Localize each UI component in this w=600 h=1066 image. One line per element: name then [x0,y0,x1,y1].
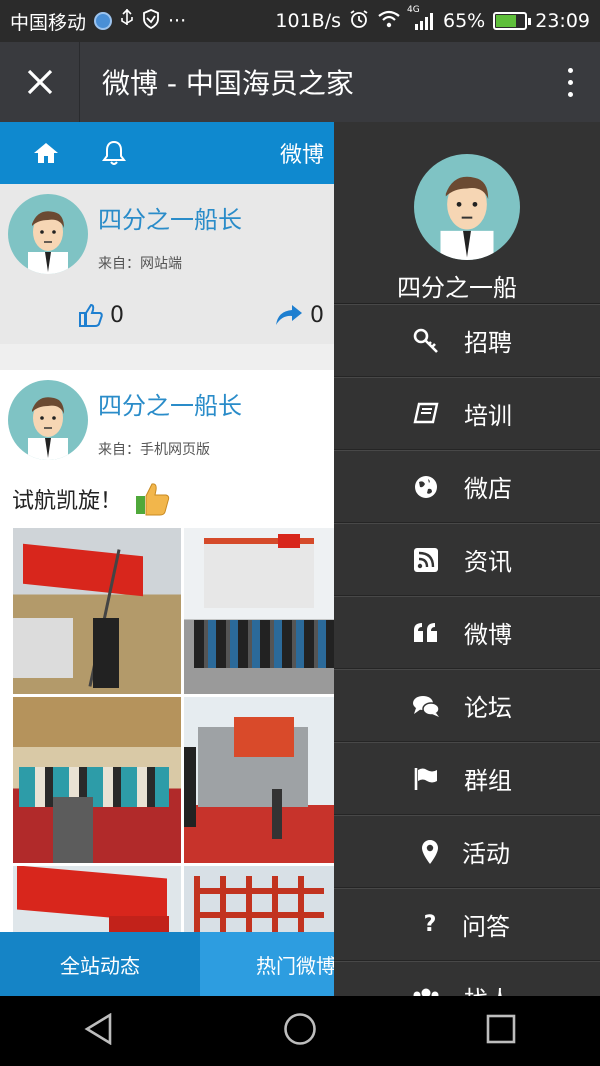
menu-item-qa[interactable]: ? 问答 [334,888,600,961]
post-username[interactable]: 四分之一船长 [98,386,242,421]
menu-label: 找人 [464,980,512,996]
avatar[interactable] [414,154,520,260]
clock: 23:09 [535,10,590,32]
like-button[interactable]: 0 [78,302,124,328]
battery-icon [493,12,532,30]
weibo-feed: 微博 四分之一船长 来自：网站端 0 0 四分之一船长 来自：手机网页版 试航凯… [0,122,334,996]
close-icon [27,69,52,95]
menu-item-events[interactable]: 活动 [334,815,600,888]
share-count: 0 [310,302,324,328]
weibo-nav-label[interactable]: 微博 [280,137,324,169]
recents-button[interactable] [486,1014,516,1048]
post-username[interactable]: 四分之一船长 [98,200,242,235]
map-marker-icon [416,838,444,866]
post-source: 来自：网站端 [98,256,182,272]
avatar[interactable] [8,194,88,274]
share-button[interactable]: 0 [274,303,324,328]
menu-item-shop[interactable]: 微店 [334,450,600,523]
menu-item-weibo[interactable]: 微博 [334,596,600,669]
post-photo[interactable] [13,697,181,863]
signal-icon: 4G [407,5,435,31]
notification-bubble-icon [94,12,113,30]
post-card[interactable]: 四分之一船长 来自：网站端 0 0 [0,184,334,344]
key-icon [412,327,440,355]
home-nav-button[interactable] [283,1012,317,1050]
post-photo[interactable] [13,528,181,694]
menu-label: 资讯 [464,548,512,576]
more-notifications-icon: ··· [168,10,187,32]
globe-icon [412,473,440,501]
tab-all-activity[interactable]: 全站动态 [0,932,200,996]
back-button[interactable] [84,1012,114,1049]
post-body: 试航凯旋！ [12,489,123,514]
menu-item-groups[interactable]: 群组 [334,742,600,815]
profile-name: 四分之一船 [397,274,517,302]
system-nav-bar [0,996,600,1066]
close-button[interactable] [0,42,80,122]
home-icon [34,143,58,163]
side-menu-profile[interactable]: 四分之一船 [334,122,600,304]
menu-item-training[interactable]: 培训 [334,377,600,450]
more-vertical-icon [567,67,573,97]
thumbs-up-emoji-icon [136,483,170,516]
quote-icon [412,619,440,647]
menu-label: 微博 [464,621,512,649]
page-title: 微博 - 中国海员之家 [102,67,354,100]
post-text: 试航凯旋！ [12,480,324,518]
more-menu-button[interactable] [540,42,600,122]
avatar[interactable] [8,380,88,460]
menu-label: 论坛 [464,694,512,722]
menu-label: 问答 [462,913,510,941]
post-photo[interactable] [184,528,334,694]
network-speed: 101B/s [275,10,341,32]
menu-item-recruit[interactable]: 招聘 [334,304,600,377]
book-icon [412,400,440,428]
alarm-icon [349,9,369,34]
post-card[interactable]: 四分之一船长 来自：手机网页版 试航凯旋！ [0,370,334,996]
title-bar: 微博 - 中国海员之家 [0,42,600,122]
post-source: 来自：手机网页版 [98,442,210,458]
feed-tabs: 全站动态 热门微博 [0,932,334,996]
flag-icon [412,765,440,793]
menu-item-news[interactable]: 资讯 [334,523,600,596]
question-icon: ? [423,912,437,937]
home-button[interactable] [22,129,70,177]
weibo-subnav: 微博 [0,122,334,184]
status-bar: 中国移动 ··· 101B/s 4G 65% 23:09 [0,0,600,42]
bell-icon [102,140,126,165]
comments-icon [412,692,440,720]
menu-label: 群组 [464,767,512,795]
battery-fill [496,15,516,27]
back-triangle-icon [84,1012,112,1046]
wifi-icon [377,10,401,33]
menu-label: 微店 [464,475,512,503]
side-menu: 四分之一船 招聘 培训 微店 资讯 微博 论坛 群组 活动 ? 问答 找人 [334,122,600,996]
menu-label: 招聘 [464,329,512,357]
thumbs-up-icon [79,303,103,327]
users-icon [412,984,440,996]
share-icon [276,305,302,325]
carrier-label: 中国移动 [10,11,87,34]
menu-label: 活动 [462,840,510,868]
post-actions: 0 0 [8,286,324,344]
usb-icon [120,8,134,34]
notifications-button[interactable] [90,129,138,177]
shield-icon [142,8,160,34]
menu-label: 培训 [464,402,512,430]
post-header: 四分之一船长 来自：手机网页版 [8,380,324,472]
home-circle-icon [284,1013,316,1045]
rss-icon [412,546,440,574]
like-count: 0 [110,302,124,328]
battery-percent: 65% [443,10,486,32]
recents-square-icon [486,1014,515,1044]
post-photo[interactable] [184,697,334,863]
menu-item-find-people[interactable]: 找人 [334,961,600,996]
menu-item-forum[interactable]: 论坛 [334,669,600,742]
post-header: 四分之一船长 来自：网站端 [8,194,324,286]
tab-hot-weibo[interactable]: 热门微博 [200,932,334,996]
photo-grid [13,528,334,996]
